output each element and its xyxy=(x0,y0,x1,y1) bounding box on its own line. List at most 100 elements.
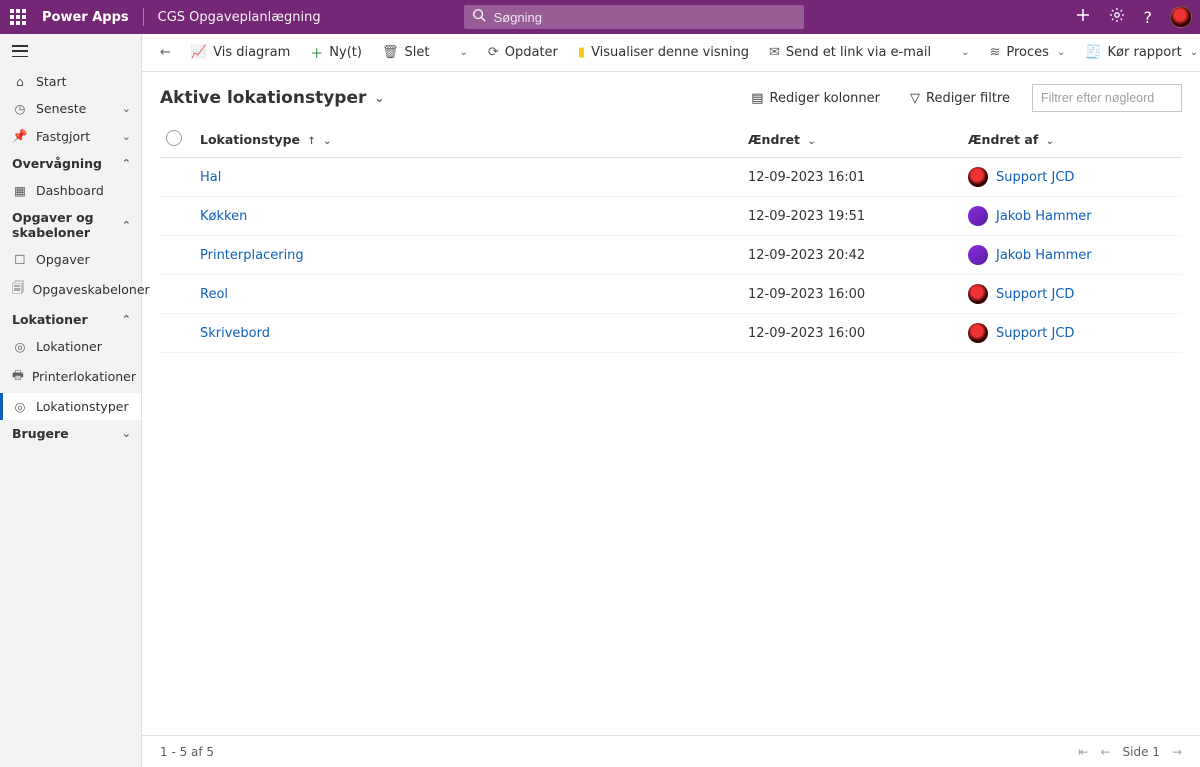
chevron-down-icon: ⌄ xyxy=(1057,47,1065,58)
table-row[interactable]: Hal 12-09-2023 16:01 Support JCD xyxy=(160,158,1182,197)
sidebar-group-lokationer[interactable]: Lokationer ⌃ xyxy=(0,306,141,333)
refresh-button[interactable]: ⟳ Opdater xyxy=(480,41,566,64)
chevron-down-icon: ⌄ xyxy=(961,47,969,58)
first-page-button[interactable]: ⇤ xyxy=(1078,745,1088,759)
visualize-button[interactable]: ▮ Visualiser denne visning xyxy=(570,41,757,64)
sidebar-item-pinned[interactable]: 📌 Fastgjort ⌄ xyxy=(0,122,141,150)
new-button[interactable]: ＋ Ny(t) xyxy=(302,39,370,66)
record-link[interactable]: Hal xyxy=(200,170,221,185)
global-search[interactable] xyxy=(464,5,804,29)
edit-filters-button[interactable]: ▽ Rediger filtre xyxy=(902,87,1018,110)
sidebar-item-label: Lokationer xyxy=(36,339,102,354)
sidebar-group-label: Lokationer xyxy=(12,312,88,327)
sidebar-item-label: Opgaveskabeloner xyxy=(33,282,150,297)
waffle-icon[interactable] xyxy=(8,7,28,27)
prev-page-button[interactable]: ← xyxy=(1100,745,1110,759)
chevron-up-icon: ⌃ xyxy=(122,219,131,232)
column-label: Ændret xyxy=(748,132,800,147)
back-icon: ← xyxy=(160,45,171,60)
sidebar-group-brugere[interactable]: Brugere ⌄ xyxy=(0,420,141,447)
record-link[interactable]: Printerplacering xyxy=(200,248,304,263)
column-label: Ændret af xyxy=(968,132,1038,147)
cmd-label: Opdater xyxy=(505,45,558,60)
delete-button[interactable]: 🗑 Slet xyxy=(374,41,437,64)
user-link[interactable]: Support JCD xyxy=(996,170,1074,185)
edit-columns-button[interactable]: ▤ Rediger kolonner xyxy=(743,87,888,110)
user-avatar-icon xyxy=(968,245,988,265)
user-link[interactable]: Support JCD xyxy=(996,287,1074,302)
sidebar-group-opgaver[interactable]: Opgaver og skabeloner ⌃ xyxy=(0,204,141,246)
sidebar-item-label: Dashboard xyxy=(36,183,104,198)
delete-dropdown[interactable]: ⌄ xyxy=(449,43,475,62)
column-header-name[interactable]: Lokationstype ↑ ⌄ xyxy=(194,122,742,158)
user-avatar-icon xyxy=(968,284,988,304)
sidebar-item-dashboard[interactable]: ▦ Dashboard xyxy=(0,177,141,204)
chevron-down-icon: ⌄ xyxy=(459,47,467,58)
table-row[interactable]: Reol 12-09-2023 16:00 Support JCD xyxy=(160,275,1182,314)
search-input[interactable] xyxy=(492,9,796,26)
sidebar-item-label: Seneste xyxy=(36,101,86,116)
modified-cell: 12-09-2023 19:51 xyxy=(742,197,962,236)
location-icon: ◎ xyxy=(12,339,28,354)
user-avatar-icon xyxy=(968,323,988,343)
sidebar-item-opgaveskabeloner[interactable]: 🗐 Opgaveskabeloner xyxy=(0,273,141,306)
template-icon: 🗐 xyxy=(12,279,25,300)
record-link[interactable]: Skrivebord xyxy=(200,326,270,341)
sidebar: ⌂ Start ◷ Seneste ⌄ 📌 Fastgjort ⌄ Overvå… xyxy=(0,34,142,767)
modified-by-cell: Support JCD xyxy=(968,284,1176,304)
chevron-up-icon: ⌃ xyxy=(122,313,131,326)
page-label: Side 1 xyxy=(1123,745,1160,759)
sidebar-item-printerlokationer[interactable]: 🖶 Printerlokationer xyxy=(0,360,141,393)
sidebar-item-recent[interactable]: ◷ Seneste ⌄ xyxy=(0,95,141,122)
cmd-label: Visualiser denne visning xyxy=(591,45,749,60)
location-type-icon: ◎ xyxy=(12,399,28,414)
table-row[interactable]: Printerplacering 12-09-2023 20:42 Jakob Ha… xyxy=(160,236,1182,275)
column-header-modified-by[interactable]: Ændret af ⌄ xyxy=(962,122,1182,158)
column-header-modified[interactable]: Ændret ⌄ xyxy=(742,122,962,158)
plus-icon[interactable] xyxy=(1075,7,1091,27)
next-page-button[interactable]: → xyxy=(1172,745,1182,759)
process-button[interactable]: ≋ Proces ⌄ xyxy=(981,41,1073,64)
email-link-button[interactable]: ✉ Send et link via e-mail xyxy=(761,41,939,64)
modified-cell: 12-09-2023 16:01 xyxy=(742,158,962,197)
cmd-label: Slet xyxy=(404,45,429,60)
sidebar-item-lokationer[interactable]: ◎ Lokationer xyxy=(0,333,141,360)
help-icon[interactable]: ? xyxy=(1143,8,1152,27)
chevron-down-icon: ⌄ xyxy=(1046,136,1054,147)
sidebar-item-label: Lokationstyper xyxy=(36,399,129,414)
vis-diagram-button[interactable]: 📈 Vis diagram xyxy=(183,41,298,64)
modified-cell: 12-09-2023 16:00 xyxy=(742,275,962,314)
gear-icon[interactable] xyxy=(1109,7,1125,27)
user-avatar[interactable] xyxy=(1170,6,1192,28)
view-selector[interactable]: Aktive lokationstyper ⌄ xyxy=(160,88,384,108)
modified-cell: 12-09-2023 20:42 xyxy=(742,236,962,275)
sidebar-group-overvaagning[interactable]: Overvågning ⌃ xyxy=(0,150,141,177)
back-button[interactable]: ← xyxy=(152,41,179,64)
sidebar-group-label: Opgaver og skabeloner xyxy=(12,210,114,240)
circle-icon xyxy=(166,130,182,146)
record-link[interactable]: Reol xyxy=(200,287,228,302)
sort-asc-icon: ↑ xyxy=(307,136,315,147)
sidebar-item-label: Printerlokationer xyxy=(32,369,136,384)
sidebar-group-label: Overvågning xyxy=(12,156,102,171)
user-link[interactable]: Jakob Hammer xyxy=(996,209,1092,224)
keyword-filter-input[interactable] xyxy=(1032,84,1182,112)
report-icon: 🧾 xyxy=(1085,45,1101,60)
run-report-button[interactable]: 🧾 Kør rapport ⌄ xyxy=(1077,41,1200,64)
refresh-icon: ⟳ xyxy=(488,45,499,60)
user-link[interactable]: Jakob Hammer xyxy=(996,248,1092,263)
select-all-header[interactable] xyxy=(160,122,194,158)
record-link[interactable]: Køkken xyxy=(200,209,247,224)
sidebar-item-start[interactable]: ⌂ Start xyxy=(0,68,141,95)
user-link[interactable]: Support JCD xyxy=(996,326,1074,341)
cmd-label: Kør rapport xyxy=(1108,45,1182,60)
app-name: CGS Opgaveplanlægning xyxy=(158,10,321,25)
table-row[interactable]: Køkken 12-09-2023 19:51 Jakob Hammer xyxy=(160,197,1182,236)
sidebar-item-opgaver[interactable]: ☐ Opgaver xyxy=(0,246,141,273)
table-row[interactable]: Skrivebord 12-09-2023 16:00 Support JCD xyxy=(160,314,1182,353)
email-dropdown[interactable]: ⌄ xyxy=(951,43,977,62)
modified-cell: 12-09-2023 16:00 xyxy=(742,314,962,353)
hamburger-button[interactable] xyxy=(0,34,141,68)
sidebar-item-lokationstyper[interactable]: ◎ Lokationstyper xyxy=(0,393,141,420)
sidebar-group-label: Brugere xyxy=(12,426,69,441)
